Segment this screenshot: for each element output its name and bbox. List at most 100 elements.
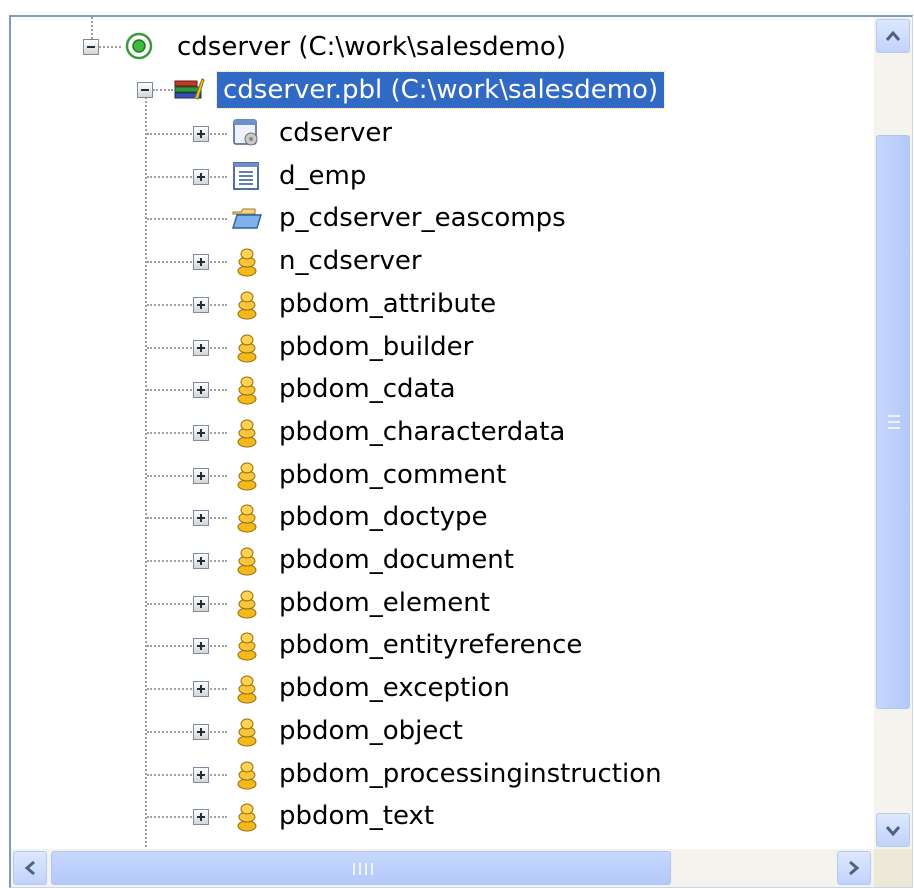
- vertical-scroll-thumb[interactable]: [876, 135, 910, 709]
- object-label: pbdom_text: [279, 801, 435, 832]
- target-label: cdserver (C:\work\salesdemo): [177, 32, 566, 62]
- object-label: pbdom_doctype: [279, 502, 488, 533]
- tree-line: [147, 517, 227, 520]
- tree-line: [147, 175, 227, 178]
- expand-icon[interactable]: [193, 638, 209, 655]
- object-label: pbdom_comment: [279, 459, 507, 490]
- grip-icon: [888, 415, 900, 429]
- scroll-right-button[interactable]: [837, 851, 871, 885]
- horizontal-scroll-thumb[interactable]: [51, 851, 671, 885]
- expand-icon[interactable]: [193, 339, 209, 356]
- tree-node-object[interactable]: pbdom_document: [273, 541, 520, 579]
- user-object-icon: [237, 504, 257, 533]
- expand-icon[interactable]: [193, 382, 209, 399]
- tree-line: [147, 218, 227, 221]
- folder-open-icon: [232, 208, 262, 230]
- tree-line: [147, 816, 227, 819]
- tree-line: [147, 431, 227, 434]
- scroll-left-button[interactable]: [13, 851, 47, 885]
- tree-line: [147, 688, 227, 691]
- chevron-down-icon: [885, 826, 901, 836]
- library-icon: [174, 78, 205, 100]
- expand-icon[interactable]: [193, 809, 209, 826]
- tree-node-object[interactable]: pbdom_processinginstruction: [273, 755, 668, 793]
- tree-node-object[interactable]: pbdom_comment: [273, 456, 512, 494]
- tree-node-object[interactable]: d_emp: [273, 157, 372, 195]
- tree-line: [147, 346, 227, 349]
- tree-line: [147, 303, 227, 306]
- user-object-icon: [237, 419, 257, 448]
- expand-icon[interactable]: [193, 296, 209, 313]
- tree-line: [147, 602, 227, 605]
- expand-icon[interactable]: [193, 126, 209, 142]
- horizontal-scrollbar[interactable]: [11, 849, 875, 887]
- object-label: pbdom_exception: [279, 673, 510, 704]
- tree-line: [147, 560, 227, 562]
- expand-icon[interactable]: [193, 595, 209, 612]
- tree-line: [147, 645, 227, 648]
- user-object-icon: [237, 761, 257, 789]
- tree-node-object[interactable]: pbdom_characterdata: [273, 413, 571, 451]
- object-label: pbdom_document: [279, 545, 514, 575]
- tree-node-object[interactable]: cdserver: [273, 114, 398, 152]
- user-object-icon: [237, 248, 257, 277]
- tree-node-object[interactable]: p_cdserver_eascomps: [273, 199, 572, 237]
- scroll-down-button[interactable]: [876, 813, 910, 847]
- tree-line: [147, 474, 227, 477]
- tree-node-library[interactable]: cdserver.pbl (C:\work\salesdemo): [215, 71, 666, 109]
- vertical-scrollbar[interactable]: [874, 17, 912, 849]
- user-object-icon: [237, 632, 257, 661]
- collapse-icon[interactable]: [137, 82, 153, 98]
- object-label: pbdom_builder: [279, 331, 474, 362]
- tree-node-object[interactable]: pbdom_builder: [273, 328, 479, 366]
- tree-line: [153, 89, 173, 91]
- scroll-up-button[interactable]: [876, 19, 910, 53]
- user-object-icon: [237, 334, 257, 362]
- tree-node-object[interactable]: pbdom_attribute: [273, 285, 502, 323]
- library-tree-panel: cdserver (C:\work\salesdemo) cdserver.pb…: [9, 15, 913, 888]
- tree-node-object[interactable]: pbdom_text: [273, 797, 440, 835]
- tree-node-object[interactable]: pbdom_cdata: [273, 370, 462, 408]
- datawindow-icon: [233, 161, 259, 190]
- expand-icon[interactable]: [193, 254, 209, 271]
- tree-node-object[interactable]: pbdom_entityreference: [273, 626, 588, 664]
- object-label: pbdom_element: [279, 587, 490, 618]
- tree-node-object[interactable]: pbdom_doctype: [273, 498, 494, 536]
- library-label: cdserver.pbl (C:\work\salesdemo): [215, 71, 666, 109]
- chevron-left-icon: [24, 860, 35, 876]
- collapse-icon[interactable]: [83, 39, 99, 55]
- tree-line: [147, 730, 227, 733]
- user-object-icon: [237, 376, 257, 405]
- chevron-right-icon: [849, 860, 860, 876]
- user-object-icon: [237, 462, 257, 491]
- tree-node-object[interactable]: n_cdserver: [273, 242, 428, 280]
- grip-icon: [353, 863, 373, 875]
- expand-icon[interactable]: [193, 553, 209, 569]
- object-label: pbdom_attribute: [279, 288, 497, 319]
- tree-line: [147, 261, 227, 264]
- expand-icon[interactable]: [193, 168, 209, 185]
- tree-node-object[interactable]: pbdom_element: [273, 584, 496, 622]
- tree-node-object[interactable]: pbdom_object: [273, 712, 469, 750]
- tree-view[interactable]: cdserver (C:\work\salesdemo) cdserver.pb…: [11, 17, 875, 849]
- user-object-icon: [237, 590, 257, 619]
- expand-icon[interactable]: [193, 424, 209, 441]
- expand-icon[interactable]: [193, 467, 209, 484]
- object-label: n_cdserver: [279, 246, 422, 277]
- object-label: pbdom_object: [279, 715, 463, 746]
- object-label: cdserver: [279, 118, 393, 148]
- tree-line: [147, 133, 227, 135]
- tree-node-target[interactable]: cdserver (C:\work\salesdemo): [171, 28, 572, 66]
- expand-icon[interactable]: [193, 510, 209, 527]
- expand-icon[interactable]: [193, 766, 209, 783]
- expand-icon[interactable]: [193, 723, 209, 740]
- chevron-up-icon: [885, 30, 901, 41]
- user-object-icon: [237, 547, 257, 576]
- tree-line: [147, 389, 227, 392]
- target-icon: [125, 32, 153, 60]
- object-label: p_cdserver_eascomps: [279, 203, 566, 234]
- object-label: pbdom_cdata: [279, 374, 456, 405]
- expand-icon[interactable]: [193, 681, 209, 698]
- tree-node-object[interactable]: pbdom_exception: [273, 669, 516, 707]
- user-object-icon: [237, 291, 257, 320]
